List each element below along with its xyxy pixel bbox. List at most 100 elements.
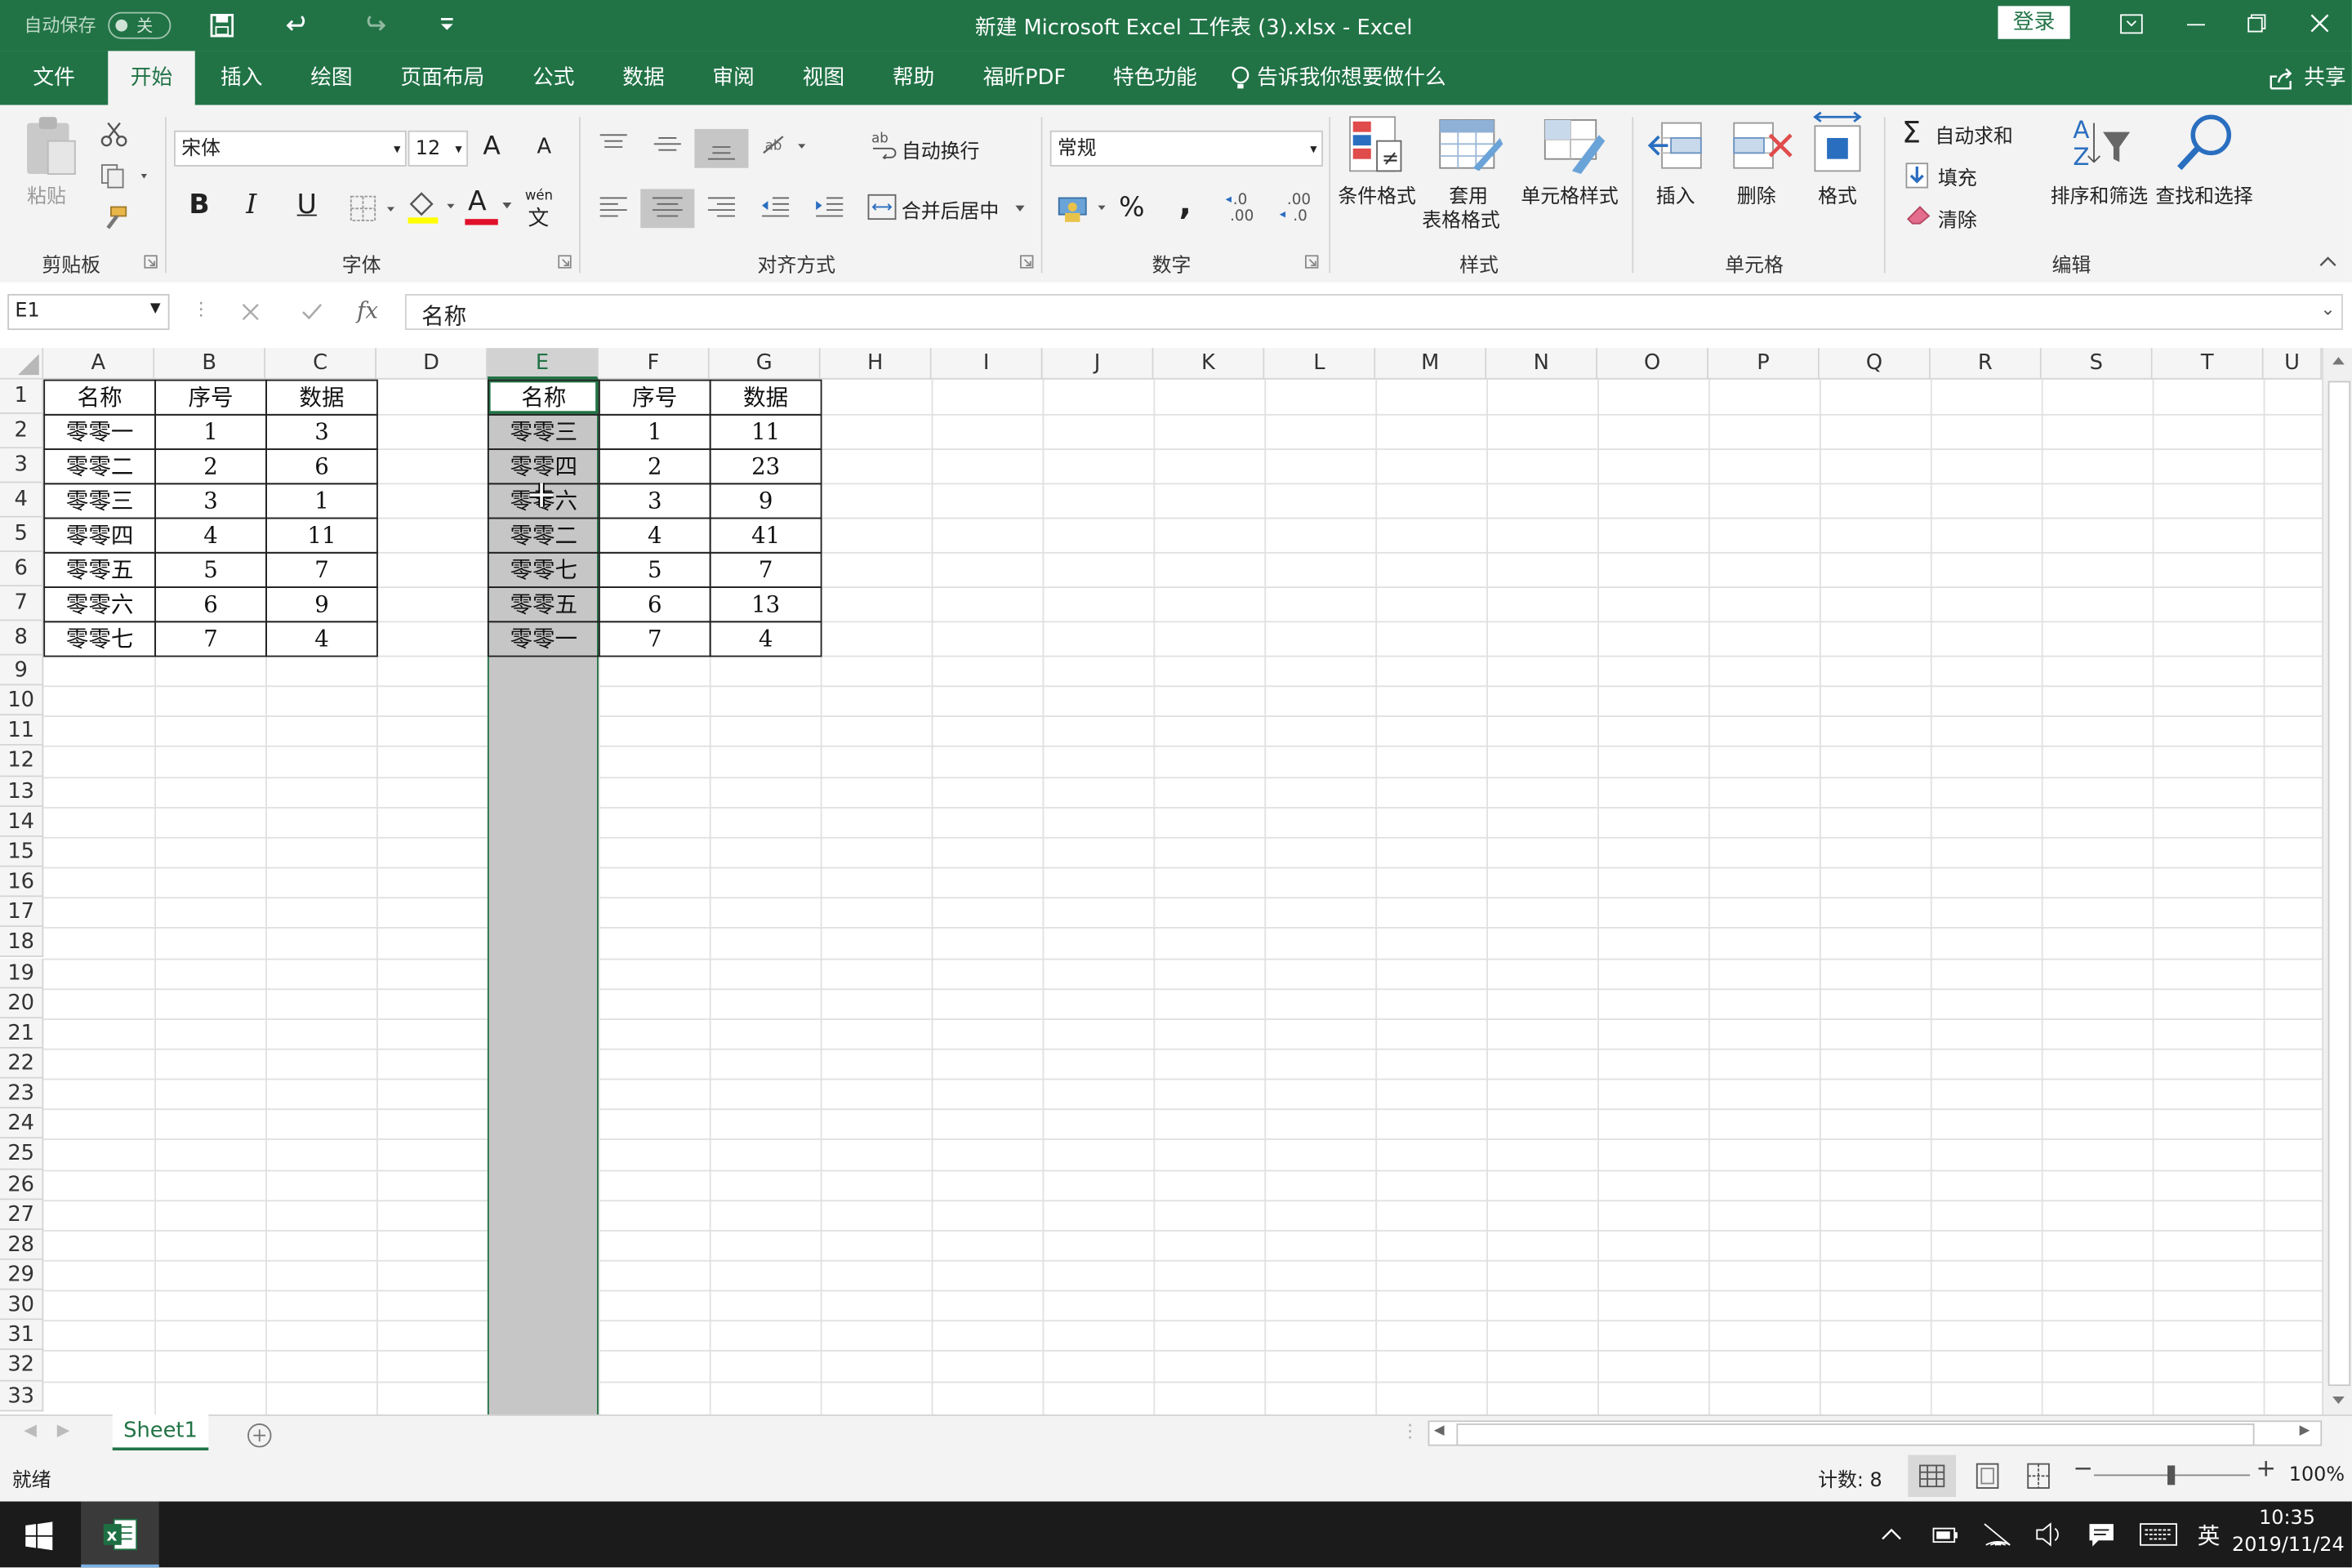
sort-filter-button[interactable]: 排序和筛选 [2051,180,2148,209]
page-break-view-icon[interactable] [2025,1463,2052,1490]
scroll-down-icon[interactable] [2331,1395,2345,1407]
table-cell-b6[interactable]: 5 [154,551,267,588]
wrap-text-button[interactable]: 自动换行 [902,135,980,164]
row-header-16[interactable]: 16 [0,866,44,898]
column-header-c[interactable]: C [265,348,377,380]
header-cell-b[interactable]: 序号 [154,379,267,416]
number-format-select[interactable]: 常规 ▾ [1049,130,1323,167]
ribbon-display-icon[interactable] [2119,14,2143,35]
row-header-31[interactable]: 31 [0,1320,44,1351]
column-header-o[interactable]: O [1597,348,1709,380]
formula-input[interactable]: 名称 ⌄ [404,293,2343,331]
name-box[interactable]: E1 ▼ [7,293,170,331]
select-all-button[interactable] [0,348,44,380]
horizontal-scroll-thumb[interactable] [1456,1423,2255,1446]
row-header-2[interactable]: 2 [0,413,44,449]
chevron-down-icon[interactable] [501,201,513,210]
accounting-format-icon[interactable] [1056,192,1110,225]
fill-color-icon[interactable] [405,189,456,225]
add-sheet-icon[interactable] [246,1422,273,1449]
grow-font-icon[interactable]: A [483,132,500,163]
table-cell-c8[interactable]: 4 [265,621,378,657]
column-header-u[interactable]: U [2263,348,2323,380]
cell-styles-icon[interactable] [1539,114,1606,177]
align-right-icon[interactable] [705,195,737,219]
tab-data[interactable]: 数据 [612,51,675,105]
clock-date[interactable]: 2019/11/24 [2232,1535,2345,1557]
keyboard-icon[interactable] [2139,1522,2178,1546]
format-as-table-icon[interactable] [1437,114,1503,177]
table-cell-c7[interactable]: 9 [265,586,378,623]
table-cell-a8[interactable]: 零零七 [43,621,157,657]
table-cell-a5[interactable]: 零零四 [43,517,157,554]
tab-view[interactable]: 视图 [792,51,855,105]
scroll-left-icon[interactable]: ◀ [1434,1423,1445,1438]
row-header-15[interactable]: 15 [0,836,44,867]
row-header-27[interactable]: 27 [0,1199,44,1230]
cancel-entry-icon[interactable] [240,301,261,323]
table-cell-f7[interactable]: 6 [598,586,711,623]
tab-help[interactable]: 帮助 [882,51,945,105]
tell-me-search[interactable]: 告诉我你想要做什么 [1257,51,1446,105]
delete-cells-icon[interactable] [1728,114,1794,177]
tab-home[interactable]: 开始 [108,51,195,105]
normal-view-button[interactable] [1908,1454,1957,1498]
zoom-out-button[interactable]: − [2073,1454,2093,1482]
column-header-p[interactable]: P [1708,348,1820,380]
find-select-icon[interactable] [2172,111,2238,177]
column-header-h[interactable]: H [820,348,932,380]
table-cell-g2[interactable]: 11 [709,413,822,451]
row-header-3[interactable]: 3 [0,448,44,483]
insert-cells-icon[interactable] [1647,114,1707,177]
bold-button[interactable]: B [189,189,209,220]
dialog-launcher-icon[interactable] [144,255,158,269]
increase-indent-icon[interactable] [813,195,845,219]
phonetic-guide-button[interactable]: 文 [528,203,550,233]
column-header-j[interactable]: J [1042,348,1154,380]
share-button[interactable]: 共享 [2301,51,2349,105]
notification-icon[interactable] [2088,1521,2115,1548]
prev-sheet-icon[interactable]: ◀ [24,1420,37,1440]
row-header-12[interactable]: 12 [0,746,44,777]
row-header-30[interactable]: 30 [0,1290,44,1321]
table-cell-b4[interactable]: 3 [154,483,267,519]
customize-qat-icon[interactable] [438,18,456,33]
row-header-32[interactable]: 32 [0,1350,44,1381]
align-bottom-button[interactable] [694,128,749,168]
vertical-scrollbar[interactable] [2322,348,2352,1415]
table-cell-f4[interactable]: 3 [598,483,711,519]
row-header-11[interactable]: 11 [0,715,44,746]
format-as-table-button[interactable]: 表格格式 [1422,204,1500,233]
redo-icon[interactable] [360,12,387,39]
zoom-slider-thumb[interactable] [2167,1465,2176,1486]
table-cell-g5[interactable]: 41 [709,517,822,554]
scroll-right-icon[interactable]: ▶ [2300,1423,2310,1438]
table-cell-a3[interactable]: 零零二 [43,448,157,485]
row-header-14[interactable]: 14 [0,806,44,837]
dialog-launcher-icon[interactable] [558,255,572,269]
conditional-format-icon[interactable]: ≠ [1347,114,1406,177]
shrink-font-icon[interactable]: A [537,135,552,158]
orientation-icon[interactable]: ab [759,132,807,159]
table-cell-g8[interactable]: 4 [709,621,822,657]
format-cells-button[interactable]: 格式 [1818,180,1857,209]
table-cell-c3[interactable]: 6 [265,448,378,485]
column-header-l[interactable]: L [1264,348,1376,380]
format-painter-icon[interactable] [99,204,129,231]
delete-cells-button[interactable]: 删除 [1737,180,1776,209]
tab-file[interactable]: 文件 [18,51,90,105]
tab-draw[interactable]: 绘图 [300,51,363,105]
row-header-5[interactable]: 5 [0,517,44,552]
table-cell-e2[interactable]: 零零三 [487,413,600,451]
save-icon[interactable] [210,13,234,38]
tab-insert[interactable]: 插入 [210,51,273,105]
row-header-18[interactable]: 18 [0,927,44,958]
row-header-7[interactable]: 7 [0,586,44,621]
taskbar-excel-app[interactable]: x [81,1501,159,1568]
decrease-indent-icon[interactable] [759,195,791,219]
column-header-d[interactable]: D [376,348,488,380]
restore-icon[interactable] [2247,14,2266,33]
row-header-21[interactable]: 21 [0,1018,44,1049]
login-button[interactable]: 登录 [1998,6,2070,39]
scroll-up-icon[interactable] [2331,354,2345,366]
